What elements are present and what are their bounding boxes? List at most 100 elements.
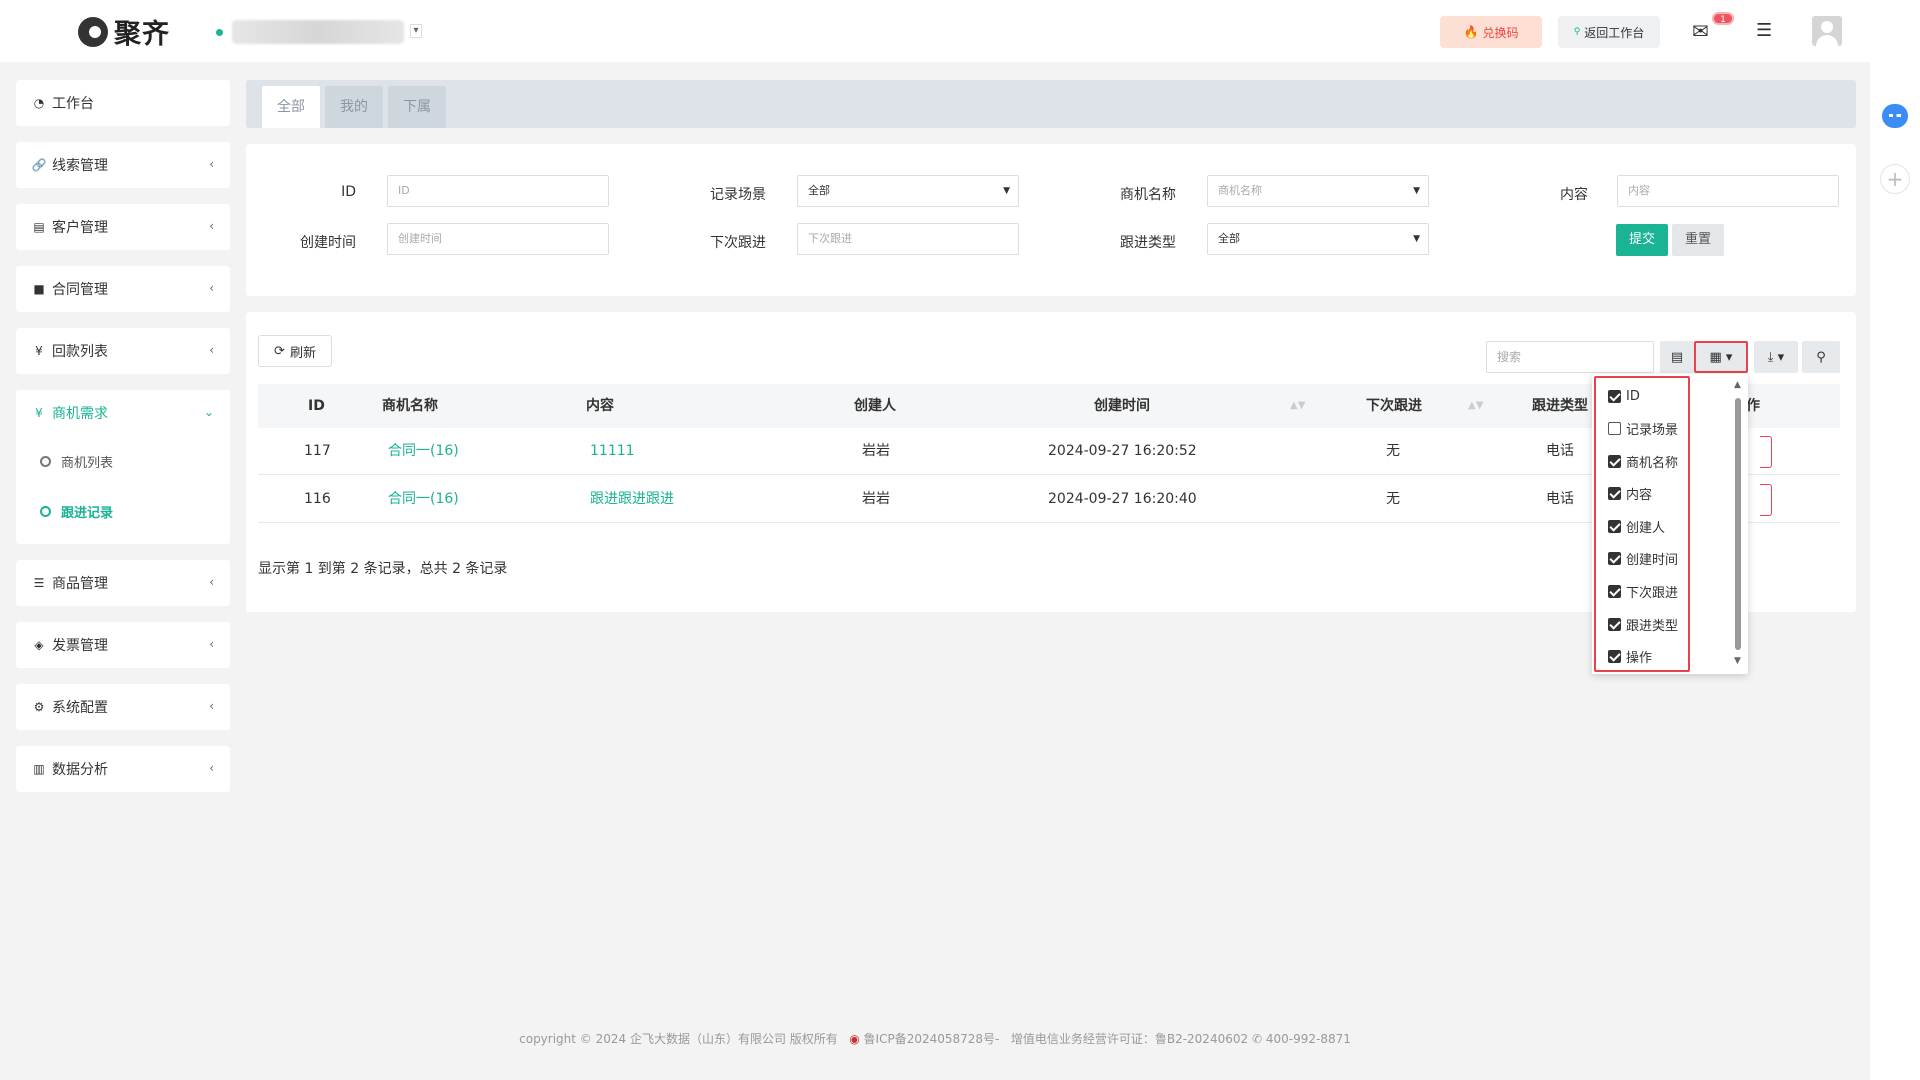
tab-all[interactable]: 全部	[262, 86, 320, 128]
user-avatar[interactable]	[1812, 16, 1842, 46]
type-filter-select[interactable]: 全部 ▼	[1207, 223, 1429, 255]
refresh-button[interactable]: ⟳ 刷新	[258, 335, 332, 367]
sidebar-item-customers[interactable]: ▤ 客户管理 ‹	[16, 204, 230, 250]
column-option-actions[interactable]: 操作	[1608, 646, 1652, 666]
column-option-creator[interactable]: 创建人	[1608, 516, 1665, 536]
hamburger-menu-icon[interactable]: ☰	[1756, 22, 1774, 40]
checkbox-checked-icon[interactable]	[1608, 649, 1621, 663]
next-filter-input[interactable]: 下次跟进	[797, 223, 1019, 255]
created-filter-input[interactable]: 创建时间	[387, 223, 609, 255]
brand-logo[interactable]: 聚齐	[78, 12, 170, 51]
column-option-created[interactable]: 创建时间	[1608, 548, 1678, 568]
sidebar-item-contracts[interactable]: ■ 合同管理 ‹	[16, 266, 230, 312]
created-filter-label: 创建时间	[300, 235, 356, 251]
columns-button[interactable]: ▦ ▾	[1694, 341, 1748, 373]
caret-down-icon: ▼	[1413, 234, 1420, 244]
sidebar-item-label: 合同管理	[52, 282, 108, 298]
column-option-next[interactable]: 下次跟进	[1608, 581, 1678, 601]
column-header-id[interactable]: ID	[308, 384, 325, 428]
cell-content-link[interactable]: 跟进跟进跟进	[590, 476, 674, 523]
checkbox-unchecked-icon[interactable]	[1608, 421, 1621, 435]
column-header-opportunity[interactable]: 商机名称	[382, 384, 438, 428]
column-header-content[interactable]: 内容	[586, 384, 614, 428]
sidebar-item-invoices[interactable]: ◈ 发票管理 ‹	[16, 622, 230, 668]
submit-button[interactable]: 提交	[1616, 224, 1668, 256]
sidebar-item-workbench[interactable]: ◔ 工作台	[16, 80, 230, 126]
page-footer: copyright © 2024 企飞大数据（山东）有限公司 版权所有 ◉ 鲁I…	[0, 1030, 1870, 1047]
content-filter-label: 内容	[1560, 187, 1588, 203]
cell-opportunity-link[interactable]: 合同一(16)	[388, 428, 459, 475]
mail-icon[interactable]: ✉	[1692, 20, 1716, 44]
table-search-input[interactable]: 搜索	[1486, 341, 1654, 373]
row-action-button[interactable]	[1760, 436, 1772, 468]
footer-icp-link[interactable]: 鲁ICP备2024058728号-	[864, 1032, 1000, 1046]
column-option-opportunity[interactable]: 商机名称	[1608, 451, 1678, 471]
sidebar-item-products[interactable]: ☰ 商品管理 ‹	[16, 560, 230, 606]
cell-content-link[interactable]: 11111	[590, 428, 635, 475]
checkbox-checked-icon[interactable]	[1608, 551, 1621, 565]
checkbox-checked-icon[interactable]	[1608, 454, 1621, 468]
workspace-dropdown-icon[interactable]: ▾	[410, 24, 422, 38]
id-card-icon: ▤	[33, 220, 45, 234]
back-to-workbench-button[interactable]: ⚲ 返回工作台	[1558, 16, 1660, 48]
column-header-actions[interactable]: 作	[1746, 384, 1760, 428]
checkbox-checked-icon[interactable]	[1608, 389, 1621, 403]
sidebar-subitem-opportunity-list[interactable]: 商机列表	[16, 436, 230, 486]
redeem-code-button[interactable]: 🔥 兑换码	[1440, 16, 1542, 48]
column-option-label: 创建人	[1626, 520, 1666, 536]
cell-next: 无	[1386, 443, 1400, 459]
toggle-view-button[interactable]: ▤	[1660, 341, 1694, 373]
cell-created: 2024-09-27 16:20:52	[1048, 443, 1197, 459]
sidebar-item-opportunities[interactable]: ¥ 商机需求 ⌄	[16, 390, 230, 436]
checkbox-checked-icon[interactable]	[1608, 617, 1621, 631]
column-option-scene[interactable]: 记录场景	[1608, 418, 1678, 438]
scrollbar-thumb[interactable]	[1735, 398, 1741, 650]
type-filter-value: 全部	[1218, 232, 1240, 245]
row-action-button[interactable]	[1760, 484, 1772, 516]
sidebar-item-leads[interactable]: 🔗 线索管理 ‹	[16, 142, 230, 188]
search-icon: ⚲	[1816, 349, 1826, 365]
sidebar-item-label: 客户管理	[52, 220, 108, 236]
opportunity-filter-select[interactable]: 商机名称 ▼	[1207, 175, 1429, 207]
id-filter-input[interactable]: ID	[387, 175, 609, 207]
column-option-content[interactable]: 内容	[1608, 483, 1652, 503]
sidebar-item-data-analysis[interactable]: ▥ 数据分析 ‹	[16, 746, 230, 792]
column-header-created[interactable]: 创建时间	[1094, 384, 1150, 428]
column-header-type[interactable]: 跟进类型	[1532, 384, 1588, 428]
sidebar-item-system-config[interactable]: ⚙ 系统配置 ‹	[16, 684, 230, 730]
sort-icon[interactable]: ▲▼	[1468, 384, 1483, 428]
advanced-search-button[interactable]: ⚲	[1802, 341, 1840, 373]
plus-icon[interactable]: +	[1880, 164, 1910, 194]
sort-icon[interactable]: ▲▼	[1290, 384, 1305, 428]
column-option-type[interactable]: 跟进类型	[1608, 614, 1678, 634]
content-filter-input[interactable]: 内容	[1617, 175, 1839, 207]
cell-id: 117	[304, 443, 331, 459]
export-button[interactable]: ⤓ ▾	[1754, 341, 1798, 373]
tab-subordinates[interactable]: 下属	[388, 86, 446, 128]
cell-created: 2024-09-27 16:20:40	[1048, 491, 1197, 507]
checkbox-checked-icon[interactable]	[1608, 519, 1621, 533]
sidebar-item-label: 线索管理	[52, 158, 108, 174]
scroll-down-arrow-icon[interactable]: ▼	[1734, 656, 1741, 666]
scene-filter-select[interactable]: 全部 ▼	[797, 175, 1019, 207]
column-option-label: ID	[1626, 388, 1640, 404]
footer-license: 增值电信业务经营许可证：鲁B2-20240602	[1010, 1032, 1249, 1046]
sidebar-item-payments[interactable]: ¥ 回款列表 ‹	[16, 328, 230, 374]
checkbox-checked-icon[interactable]	[1608, 486, 1621, 500]
scroll-up-arrow-icon[interactable]: ▲	[1734, 380, 1741, 390]
sidebar-subitem-follow-up-records[interactable]: 跟进记录	[16, 486, 230, 536]
chevron-left-icon: ‹	[209, 343, 214, 357]
chevron-left-icon: ‹	[209, 575, 214, 589]
id-filter-label: ID	[341, 184, 356, 200]
pagination-info: 显示第 1 到第 2 条记录，总共 2 条记录	[258, 561, 508, 577]
column-option-id[interactable]: ID	[1608, 386, 1640, 406]
column-header-next[interactable]: 下次跟进	[1366, 384, 1422, 428]
reset-button[interactable]: 重置	[1672, 224, 1724, 256]
tab-mine[interactable]: 我的	[325, 86, 383, 128]
cell-opportunity-link[interactable]: 合同一(16)	[388, 476, 459, 523]
column-header-creator[interactable]: 创建人	[854, 384, 896, 428]
workspace-name-blurred[interactable]	[232, 20, 404, 44]
checkbox-checked-icon[interactable]	[1608, 584, 1621, 598]
chat-bubble-icon[interactable]	[1882, 104, 1908, 128]
redeem-code-label: 兑换码	[1482, 25, 1519, 40]
